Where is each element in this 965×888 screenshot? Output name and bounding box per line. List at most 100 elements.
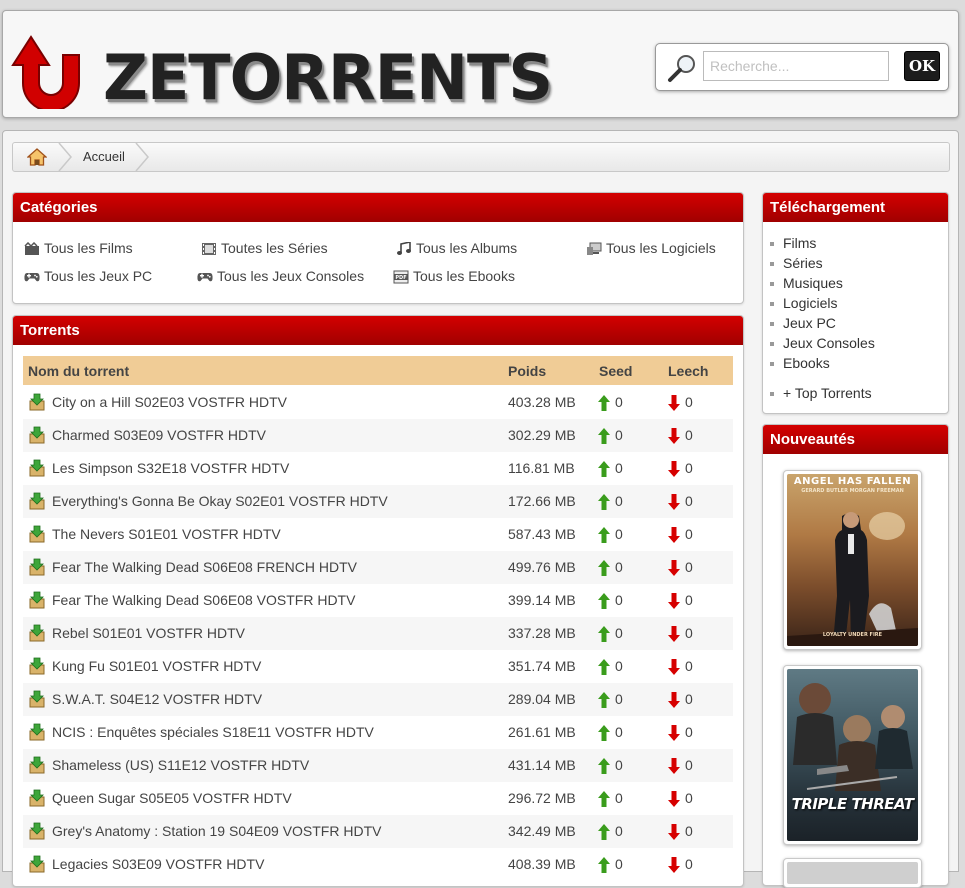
- category-logiciels[interactable]: Tous les Logiciels: [586, 240, 716, 256]
- table-row[interactable]: Les Simpson S32E18 VOSTFR HDTV 116.81 MB 0…: [23, 452, 733, 485]
- table-row[interactable]: NCIS : Enquêtes spéciales S18E11 VOSTFR …: [23, 716, 733, 749]
- torrent-name-link[interactable]: Les Simpson S32E18 VOSTFR HDTV: [52, 460, 289, 476]
- category-label: Tous les Films: [44, 240, 133, 256]
- breadcrumb-separator-icon: [58, 143, 72, 171]
- poster-angel-has-fallen[interactable]: ANGEL HAS FALLEN GERARD BUTLER MORGAN FR…: [783, 470, 922, 650]
- search-input[interactable]: [703, 51, 889, 81]
- category-label: Tous les Logiciels: [606, 240, 716, 256]
- torrent-name-link[interactable]: City on a Hill S02E03 VOSTFR HDTV: [52, 394, 287, 410]
- download-icon[interactable]: [29, 624, 45, 642]
- magnifier-icon: [668, 55, 695, 82]
- download-link-ebooks[interactable]: Ebooks: [770, 355, 830, 371]
- download-icon[interactable]: [29, 855, 45, 873]
- category-jeux-pc[interactable]: Tous les Jeux PC: [24, 268, 152, 284]
- torrents-title: Torrents: [13, 316, 743, 345]
- seed-arrow-up-icon: [598, 824, 610, 840]
- main-content: Accueil Catégories Tous les Films Toutes…: [2, 130, 959, 888]
- site-header: ZETORRENTS OK: [2, 10, 959, 118]
- table-row[interactable]: Kung Fu S01E01 VOSTFR HDTV 351.74 MB 0 0: [23, 650, 733, 683]
- download-link-musiques[interactable]: Musiques: [770, 275, 843, 291]
- torrent-name-link[interactable]: Legacies S03E09 VOSTFR HDTV: [52, 856, 264, 872]
- download-link-logiciels[interactable]: Logiciels: [770, 295, 838, 311]
- leech-arrow-down-icon: [668, 791, 680, 807]
- leech-count: 0: [685, 460, 693, 476]
- leech-count: 0: [685, 856, 693, 872]
- download-link-jeux-consoles[interactable]: Jeux Consoles: [770, 335, 875, 351]
- leech-arrow-down-icon: [668, 593, 680, 609]
- seed-arrow-up-icon: [598, 725, 610, 741]
- torrent-name-link[interactable]: The Nevers S01E01 VOSTFR HDTV: [52, 526, 281, 542]
- download-icon[interactable]: [29, 459, 45, 477]
- download-icon[interactable]: [29, 789, 45, 807]
- download-link-series[interactable]: Séries: [770, 255, 823, 271]
- leech-arrow-down-icon: [668, 692, 680, 708]
- download-link-films[interactable]: Films: [770, 235, 816, 251]
- poster-credits: GERARD BUTLER MORGAN FREEMAN: [801, 488, 904, 494]
- table-row[interactable]: The Nevers S01E01 VOSTFR HDTV 587.43 MB 0 0: [23, 518, 733, 551]
- torrent-name-link[interactable]: Rebel S01E01 VOSTFR HDTV: [52, 625, 245, 641]
- torrent-name-link[interactable]: Grey's Anatomy : Station 19 S04E09 VOSTF…: [52, 823, 381, 839]
- torrent-name-link[interactable]: Shameless (US) S11E12 VOSTFR HDTV: [52, 757, 309, 773]
- category-label: Tous les Jeux PC: [44, 268, 153, 284]
- download-icon[interactable]: [29, 690, 45, 708]
- torrent-size: 351.74 MB: [508, 658, 576, 674]
- table-row[interactable]: Everything's Gonna Be Okay S02E01 VOSTFR…: [23, 485, 733, 518]
- table-row[interactable]: Legacies S03E09 VOSTFR HDTV 408.39 MB 0 0: [23, 848, 733, 881]
- torrent-name-link[interactable]: NCIS : Enquêtes spéciales S18E11 VOSTFR …: [52, 724, 374, 740]
- download-icon[interactable]: [29, 426, 45, 444]
- download-icon[interactable]: [29, 492, 45, 510]
- seed-count: 0: [615, 625, 623, 641]
- table-row[interactable]: Fear The Walking Dead S06E08 FRENCH HDTV…: [23, 551, 733, 584]
- seed-arrow-up-icon: [598, 626, 610, 642]
- table-row[interactable]: Charmed S03E09 VOSTFR HDTV 302.29 MB 0 0: [23, 419, 733, 452]
- download-link-label: + Top Torrents: [783, 385, 872, 401]
- category-jeux-consoles[interactable]: Tous les Jeux Consoles: [197, 268, 364, 284]
- torrent-name-link[interactable]: Everything's Gonna Be Okay S02E01 VOSTFR…: [52, 493, 388, 509]
- download-icon[interactable]: [29, 393, 45, 411]
- seed-count: 0: [615, 526, 623, 542]
- table-row[interactable]: City on a Hill S02E03 VOSTFR HDTV 403.28 …: [23, 386, 733, 419]
- torrent-name-link[interactable]: S.W.A.T. S04E12 VOSTFR HDTV: [52, 691, 262, 707]
- category-series[interactable]: Toutes les Séries: [201, 240, 328, 256]
- download-icon[interactable]: [29, 756, 45, 774]
- download-icon[interactable]: [29, 591, 45, 609]
- download-icon[interactable]: [29, 822, 45, 840]
- category-films[interactable]: Tous les Films: [24, 240, 133, 256]
- download-icon[interactable]: [29, 723, 45, 741]
- nouveautes-panel: Nouveautés ANGEL HAS FALLEN GERARD BUTLE…: [762, 424, 949, 888]
- table-row[interactable]: Rebel S01E01 VOSTFR HDTV 337.28 MB 0 0: [23, 617, 733, 650]
- torrent-name-link[interactable]: Queen Sugar S05E05 VOSTFR HDTV: [52, 790, 292, 806]
- seed-count: 0: [615, 724, 623, 740]
- leech-count: 0: [685, 493, 693, 509]
- site-logo[interactable]: ZETORRENTS: [9, 25, 599, 115]
- table-row[interactable]: Fear The Walking Dead S06E08 VOSTFR HDTV…: [23, 584, 733, 617]
- table-row[interactable]: Queen Sugar S05E05 VOSTFR HDTV 296.72 MB 0…: [23, 782, 733, 815]
- home-icon[interactable]: [27, 148, 47, 166]
- download-icon[interactable]: [29, 525, 45, 543]
- download-link-label: Logiciels: [783, 295, 838, 311]
- download-icon[interactable]: [29, 657, 45, 675]
- table-row[interactable]: Shameless (US) S11E12 VOSTFR HDTV 431.14 …: [23, 749, 733, 782]
- seed-count: 0: [615, 493, 623, 509]
- poster-triple-threat[interactable]: TRIPLE THREAT: [783, 665, 922, 845]
- column-leech-header: Leech: [668, 363, 709, 379]
- leech-count: 0: [685, 559, 693, 575]
- download-icon[interactable]: [29, 558, 45, 576]
- torrent-name-link[interactable]: Fear The Walking Dead S06E08 VOSTFR HDTV: [52, 592, 355, 608]
- search-submit-button[interactable]: OK: [904, 51, 940, 81]
- category-albums[interactable]: Tous les Albums: [396, 240, 517, 256]
- torrent-name-link[interactable]: Fear The Walking Dead S06E08 FRENCH HDTV: [52, 559, 357, 575]
- table-row[interactable]: Grey's Anatomy : Station 19 S04E09 VOSTF…: [23, 815, 733, 848]
- torrent-name-link[interactable]: Charmed S03E09 VOSTFR HDTV: [52, 427, 266, 443]
- torrent-name-link[interactable]: Kung Fu S01E01 VOSTFR HDTV: [52, 658, 261, 674]
- bullet: [770, 302, 774, 306]
- category-ebooks[interactable]: PDF Tous les Ebooks: [393, 268, 515, 284]
- poster-artwork-icon: [787, 512, 918, 646]
- poster-title: TRIPLE THREAT: [791, 795, 914, 813]
- download-link-jeux-pc[interactable]: Jeux PC: [770, 315, 836, 331]
- breadcrumb-current[interactable]: Accueil: [83, 149, 125, 164]
- table-row[interactable]: S.W.A.T. S04E12 VOSTFR HDTV 289.04 MB 0 0: [23, 683, 733, 716]
- poster-image: [787, 862, 918, 884]
- download-link-top-torrents[interactable]: + Top Torrents: [770, 385, 872, 401]
- torrent-size: 296.72 MB: [508, 790, 576, 806]
